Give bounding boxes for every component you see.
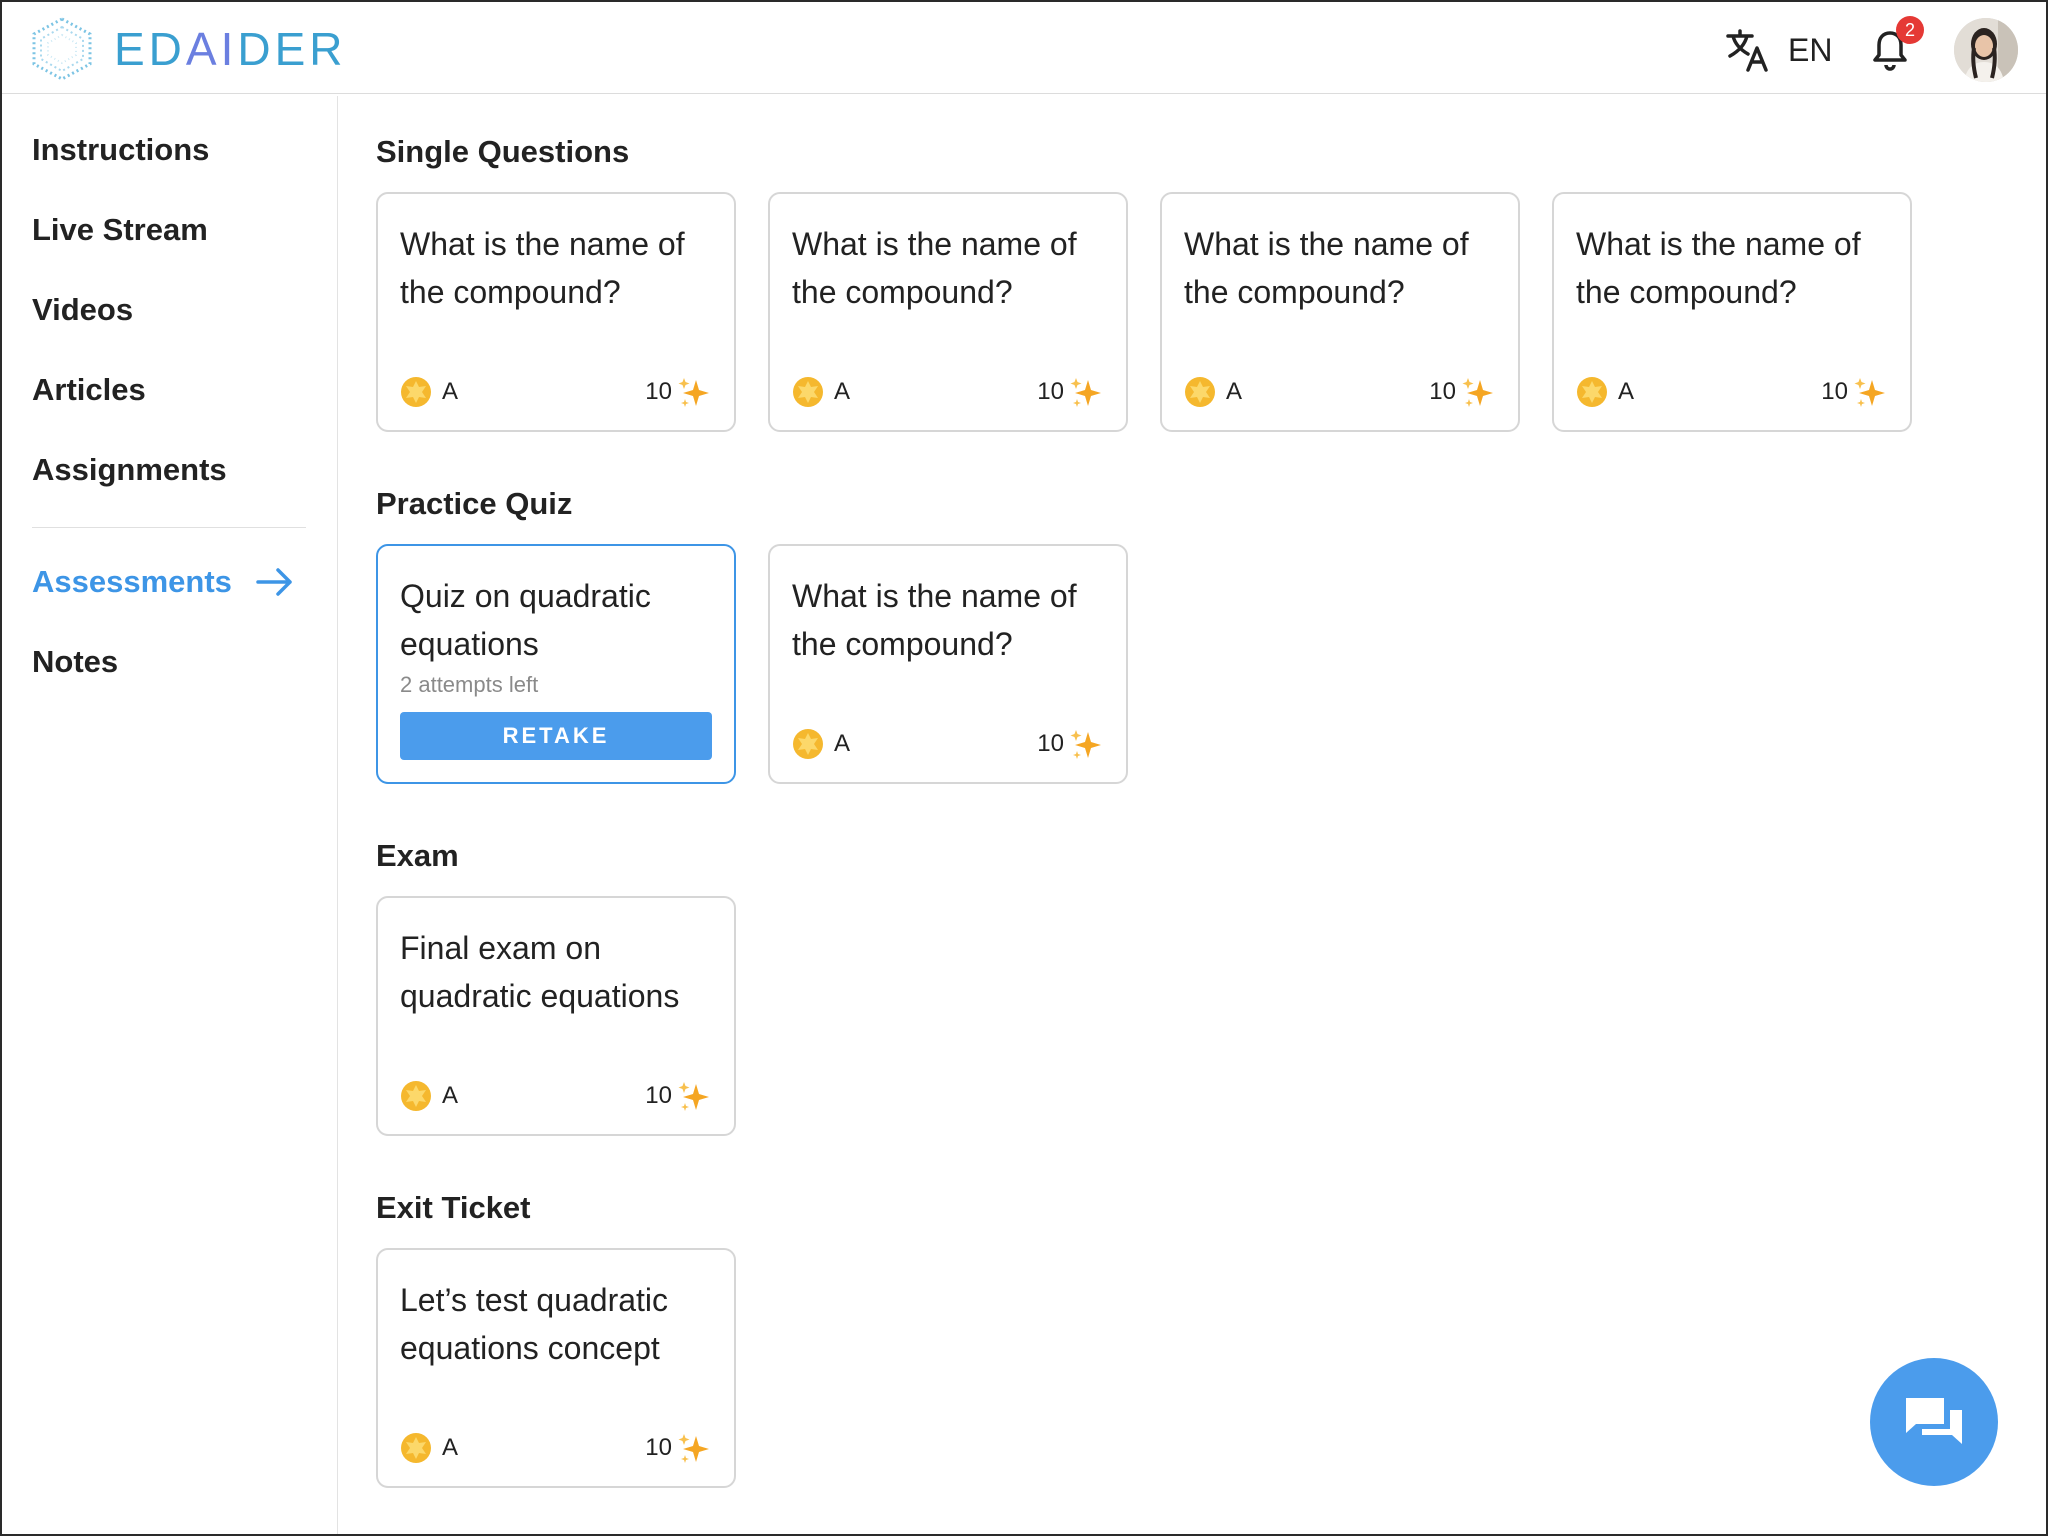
coin-icon: [1577, 377, 1607, 407]
coin-icon: [793, 729, 823, 759]
sparkle-icon: [678, 1082, 709, 1111]
card-title: What is the name of the compound?: [792, 578, 1077, 662]
coin-icon: [793, 377, 823, 407]
sidebar-item-assessments[interactable]: Assessments: [32, 564, 294, 600]
sidebar-item-notes[interactable]: Notes: [32, 644, 118, 680]
sidebar: Instructions Live Stream Videos Articles…: [2, 96, 338, 1534]
sparkle-icon: [1462, 378, 1493, 407]
sidebar-item-videos[interactable]: Videos: [32, 292, 133, 328]
card-title: Quiz on quadratic equations: [400, 578, 651, 662]
card-footer: A 10: [792, 726, 1104, 762]
card-points: 10: [1821, 378, 1848, 405]
exit-ticket-card[interactable]: Let’s test quadratic equations concept A…: [376, 1248, 736, 1488]
card-footer: A 10: [792, 374, 1104, 410]
question-card[interactable]: What is the name of the compound? A 10: [1160, 192, 1520, 432]
top-header: EDAIDER EN 2: [2, 2, 2046, 94]
section-title-practice-quiz: Practice Quiz: [376, 486, 573, 521]
question-card[interactable]: What is the name of the compound? A 10: [376, 192, 736, 432]
card-footer: A 10: [1576, 374, 1888, 410]
sidebar-item-live-stream[interactable]: Live Stream: [32, 212, 208, 248]
card-points: 10: [645, 1434, 672, 1461]
section-title-single-questions: Single Questions: [376, 134, 630, 169]
coin-icon: [401, 1081, 431, 1111]
logo-hexagon-icon: [32, 17, 92, 81]
chat-icon: [1906, 1398, 1962, 1444]
card-grade: A: [1226, 378, 1243, 405]
card-points: 10: [1037, 378, 1064, 405]
card-title: Let’s test quadratic equations concept: [400, 1282, 669, 1366]
card-grade: A: [1618, 378, 1635, 405]
language-selector[interactable]: EN: [1788, 32, 1832, 69]
avatar[interactable]: [1954, 18, 2018, 82]
card-grade: A: [442, 1082, 459, 1109]
notification-badge: 2: [1896, 16, 1924, 44]
logo[interactable]: EDAIDER: [30, 16, 347, 82]
coin-icon: [1185, 377, 1215, 407]
card-title: Final exam on quadratic equations: [400, 930, 680, 1014]
coin-icon: [401, 1433, 431, 1463]
card-grade: A: [442, 378, 459, 405]
exam-card[interactable]: Final exam on quadratic equations A 10: [376, 896, 736, 1136]
card-footer: A 10: [400, 374, 712, 410]
sidebar-divider: [32, 527, 306, 528]
section-title-exam: Exam: [376, 838, 459, 873]
card-title: What is the name of the compound?: [1184, 226, 1469, 310]
arrow-right-icon: [256, 568, 292, 596]
card-footer: A 10: [400, 1078, 712, 1114]
practice-quiz-card[interactable]: Quiz on quadratic equations 2 attempts l…: [376, 544, 736, 784]
sparkle-icon: [678, 1434, 709, 1463]
card-footer: A 10: [400, 1430, 712, 1466]
coin-icon: [401, 377, 431, 407]
card-title: What is the name of the compound?: [400, 226, 685, 310]
card-points: 10: [645, 378, 672, 405]
question-card[interactable]: What is the name of the compound? A 10: [1552, 192, 1912, 432]
sparkle-icon: [1070, 730, 1101, 759]
sparkle-icon: [1854, 378, 1885, 407]
card-title: What is the name of the compound?: [1576, 226, 1861, 310]
card-points: 10: [645, 1082, 672, 1109]
card-points: 10: [1037, 730, 1064, 757]
section-title-exit-ticket: Exit Ticket: [376, 1190, 531, 1225]
card-points: 10: [1429, 378, 1456, 405]
sidebar-item-label: Assessments: [32, 564, 232, 599]
retake-button[interactable]: RETAKE: [400, 712, 712, 760]
card-footer: A 10: [1184, 374, 1496, 410]
sparkle-icon: [678, 378, 709, 407]
sparkle-icon: [1070, 378, 1101, 407]
sidebar-item-instructions[interactable]: Instructions: [32, 132, 209, 168]
question-card[interactable]: What is the name of the compound? A 10: [768, 544, 1128, 784]
avatar-image: [1954, 18, 2018, 82]
card-grade: A: [834, 730, 851, 757]
sidebar-item-assignments[interactable]: Assignments: [32, 452, 227, 488]
chat-button[interactable]: [1870, 1358, 1998, 1486]
translate-icon[interactable]: [1724, 26, 1772, 74]
logo-text: EDAIDER: [114, 23, 347, 75]
attempts-left: 2 attempts left: [400, 672, 539, 697]
card-title: What is the name of the compound?: [792, 226, 1077, 310]
question-card[interactable]: What is the name of the compound? A 10: [768, 192, 1128, 432]
sidebar-item-articles[interactable]: Articles: [32, 372, 146, 408]
card-grade: A: [834, 378, 851, 405]
card-grade: A: [442, 1434, 459, 1461]
